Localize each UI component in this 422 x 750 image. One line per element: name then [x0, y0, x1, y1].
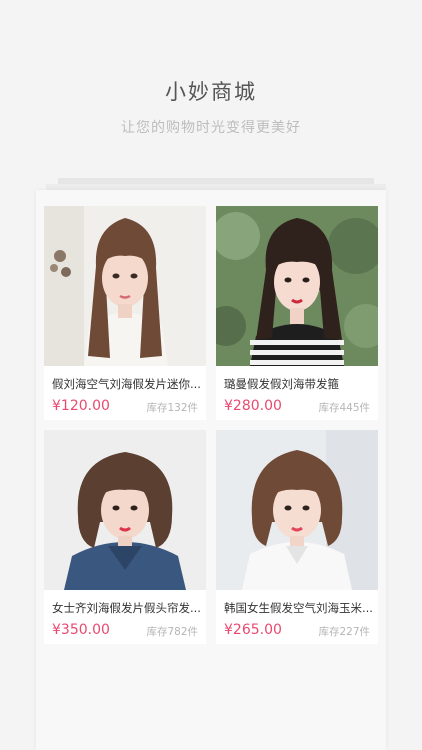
product-price: ¥350.00: [52, 622, 110, 638]
product-stock: 库存445件: [318, 402, 370, 414]
product-price: ¥120.00: [52, 398, 110, 414]
product-name[interactable]: 女士齐刘海假发片假头帘发...: [52, 600, 202, 616]
page-title: 小妙商城: [165, 80, 257, 104]
product-image[interactable]: [216, 430, 378, 590]
product-image[interactable]: [44, 206, 206, 366]
product-stock: 库存132件: [146, 402, 198, 414]
product-image[interactable]: [216, 206, 378, 366]
product-name[interactable]: 璐曼假发假刘海带发箍: [224, 376, 374, 392]
product-card[interactable]: 假刘海空气刘海假发片迷你... ¥120.00 库存132件: [44, 206, 206, 420]
product-card[interactable]: 女士齐刘海假发片假头帘发... ¥350.00 库存782件: [44, 430, 206, 644]
product-price: ¥265.00: [224, 622, 282, 638]
product-name[interactable]: 假刘海空气刘海假发片迷你...: [52, 376, 202, 392]
product-stock: 库存782件: [146, 626, 198, 638]
product-price: ¥280.00: [224, 398, 282, 414]
product-image[interactable]: [44, 430, 206, 590]
product-card[interactable]: 韩国女生假发空气刘海玉米... ¥265.00 库存227件: [216, 430, 378, 644]
product-stock: 库存227件: [318, 626, 370, 638]
product-name[interactable]: 韩国女生假发空气刘海玉米...: [224, 600, 374, 616]
product-card[interactable]: 璐曼假发假刘海带发箍 ¥280.00 库存445件: [216, 206, 378, 420]
app-header: 小妙商城 让您的购物时光变得更美好: [0, 0, 422, 180]
page-subtitle: 让您的购物时光变得更美好: [121, 120, 301, 136]
product-panel: 假刘海空气刘海假发片迷你... ¥120.00 库存132件 璐曼假发假刘海带发…: [36, 190, 386, 750]
